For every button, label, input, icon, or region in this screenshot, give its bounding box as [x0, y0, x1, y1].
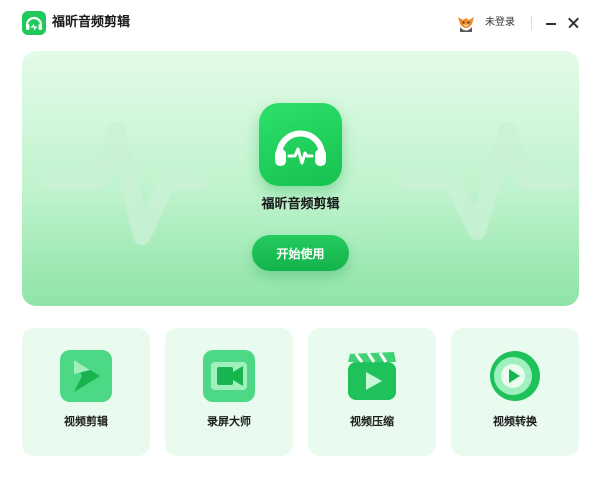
- hero-title: 福昕音频剪辑: [261, 197, 340, 212]
- app-logo-icon: [22, 11, 46, 35]
- login-status-link[interactable]: 未登录: [485, 16, 515, 30]
- screen-record-icon: [203, 350, 255, 402]
- fox-avatar-icon: [455, 12, 477, 34]
- tool-card-screen-record[interactable]: 录屏大师: [165, 328, 293, 456]
- title-separator: [531, 16, 532, 30]
- tool-card-video-compress[interactable]: 视频压缩: [308, 328, 436, 456]
- tool-label: 视频剪辑: [64, 415, 108, 428]
- tool-card-video-convert[interactable]: 视频转换: [451, 328, 579, 456]
- video-convert-icon: [489, 350, 541, 402]
- title-bar: 福昕音频剪辑 未登录: [0, 0, 600, 46]
- hero-logo-icon: [259, 103, 342, 186]
- start-button[interactable]: 开始使用: [252, 235, 349, 271]
- tool-label: 视频压缩: [350, 415, 394, 428]
- app-title: 福昕音频剪辑: [52, 15, 131, 30]
- tool-label: 视频转换: [493, 415, 537, 428]
- hero-banner: 福昕音频剪辑 开始使用: [22, 51, 579, 306]
- video-compress-icon: [346, 350, 398, 402]
- tool-grid: 视频剪辑 录屏大师 视频压缩 视频转换: [22, 328, 580, 456]
- tool-label: 录屏大师: [207, 415, 251, 428]
- close-button[interactable]: [566, 14, 582, 32]
- minimize-button[interactable]: [544, 14, 558, 32]
- tool-card-video-edit[interactable]: 视频剪辑: [22, 328, 150, 456]
- user-avatar[interactable]: [455, 12, 477, 34]
- video-edit-icon: [60, 350, 112, 402]
